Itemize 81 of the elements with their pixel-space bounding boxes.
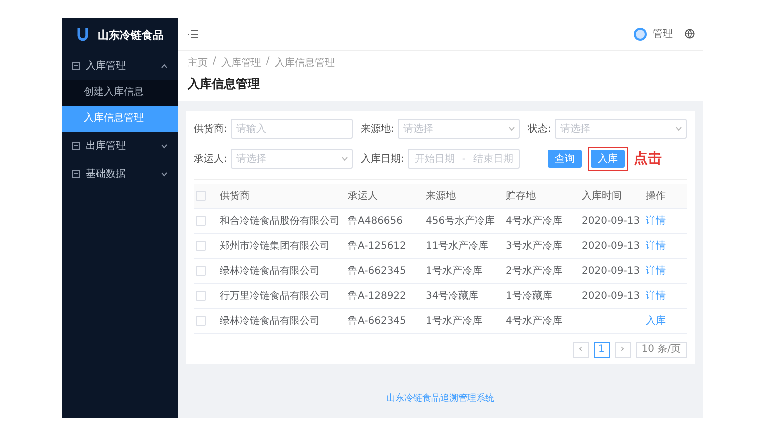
filter-label: 来源地:	[361, 122, 394, 136]
table-cell: 2020-09-13	[582, 290, 640, 302]
action-link[interactable]: 入库	[646, 316, 666, 327]
brand-name: 山东冷链食品	[98, 28, 164, 42]
column-header: 供货商	[220, 191, 250, 202]
sidebar-submenu-item[interactable]: 入库信息管理	[62, 106, 178, 132]
table-cell: 和合冷链食品股份有限公司	[220, 216, 340, 227]
user-name[interactable]: 管理	[653, 27, 673, 41]
sidebar-menu-item[interactable]: 入库管理	[62, 52, 178, 80]
table-cell: 1号冷藏库	[506, 291, 552, 302]
globe-icon[interactable]	[685, 29, 695, 39]
action-link[interactable]: 详情	[646, 241, 666, 252]
filter-label: 供货商:	[194, 122, 228, 136]
table-cell: 鲁A486656	[348, 216, 404, 227]
page-title: 入库信息管理	[188, 76, 261, 93]
sidebar-menu-item[interactable]: 基础数据	[62, 160, 178, 188]
select-field[interactable]: 请选择	[555, 119, 687, 139]
caret-icon	[161, 172, 168, 176]
table-cell: 2020-09-13	[582, 216, 640, 226]
caret-icon	[161, 64, 168, 68]
caret-icon	[161, 144, 168, 148]
breadcrumb-separator: /	[266, 56, 270, 69]
filter-label: 承运人:	[194, 152, 228, 166]
row-checkbox[interactable]	[196, 290, 206, 301]
row-checkbox[interactable]	[196, 240, 206, 251]
table-cell: 4号水产冷库	[506, 316, 562, 327]
prev-page-button[interactable]: ‹	[572, 342, 589, 358]
column-header: 来源地	[426, 191, 456, 202]
sidebar-submenu-item[interactable]: 创建入库信息	[62, 80, 178, 106]
table-cell: 行万里冷链食品有限公司	[220, 291, 330, 302]
column-header: 贮存地	[506, 191, 536, 202]
avatar-icon[interactable]	[634, 28, 647, 40]
breadcrumb-link[interactable]: 入库信息管理	[274, 56, 335, 70]
table-cell: 34号冷藏库	[426, 291, 479, 302]
logo-icon	[76, 27, 90, 43]
table-cell: 鲁A-662345	[348, 316, 406, 327]
column-header: 承运人	[348, 191, 378, 202]
action-link[interactable]: 详情	[646, 216, 666, 227]
breadcrumb-link[interactable]: 入库管理	[221, 56, 262, 70]
page-button[interactable]: 1	[594, 342, 610, 358]
table-cell: 11号水产冷库	[426, 241, 489, 252]
next-page-button[interactable]: ›	[614, 342, 631, 358]
breadcrumb-separator: /	[213, 56, 216, 69]
select-field[interactable]: 请选择	[398, 119, 520, 139]
chevron-down-icon	[676, 127, 682, 131]
table-cell: 鲁A-662345	[348, 266, 406, 277]
select-field[interactable]: 请选择	[231, 149, 353, 169]
table-cell: 2020-09-13	[582, 240, 640, 252]
input-field[interactable]: 请输入	[231, 119, 353, 139]
filter-label: 状态:	[528, 122, 552, 136]
table-cell: 456号水产冷库	[426, 216, 496, 227]
chevron-down-icon	[509, 127, 515, 131]
chevron-down-icon	[342, 157, 348, 161]
date-range-field[interactable]: 开始日期 - 结束日期	[408, 149, 520, 169]
action-link[interactable]: 详情	[646, 291, 666, 302]
query-button[interactable]: 查询	[548, 150, 582, 168]
column-header: 操作	[646, 191, 666, 202]
footer-link[interactable]: 山东冷链食品追溯管理系统	[386, 394, 494, 404]
table-cell: 1号水产冷库	[426, 266, 482, 277]
table-cell: 1号水产冷库	[426, 316, 482, 327]
table-cell: 绿林冷链食品有限公司	[220, 316, 320, 327]
row-checkbox[interactable]	[196, 316, 206, 326]
table-cell: 鲁A-128922	[348, 291, 406, 302]
page-size-select[interactable]: 10 条/页	[636, 342, 687, 358]
column-header: 入库时间	[582, 191, 622, 202]
table-cell: 4号水产冷库	[506, 216, 562, 227]
stock-in-button[interactable]: 入库	[591, 150, 625, 168]
table-cell: 鲁A-125612	[348, 241, 406, 252]
table-cell: 2号水产冷库	[506, 266, 562, 277]
table-cell: 2020-09-13	[582, 266, 640, 276]
row-checkbox[interactable]	[196, 266, 206, 276]
row-checkbox[interactable]	[196, 216, 206, 226]
table-cell: 郑州市冷链集团有限公司	[220, 241, 330, 252]
table-cell: 3号水产冷库	[506, 241, 562, 252]
filter-label: 入库日期:	[361, 152, 404, 166]
select-all-checkbox[interactable]	[196, 190, 206, 201]
breadcrumb-link[interactable]: 主页	[188, 56, 208, 70]
annotation-text: 点击	[634, 150, 662, 168]
sidebar-menu-item[interactable]: 出库管理	[62, 132, 178, 160]
table-cell: 绿林冷链食品有限公司	[220, 266, 320, 277]
action-link[interactable]: 详情	[646, 266, 666, 277]
